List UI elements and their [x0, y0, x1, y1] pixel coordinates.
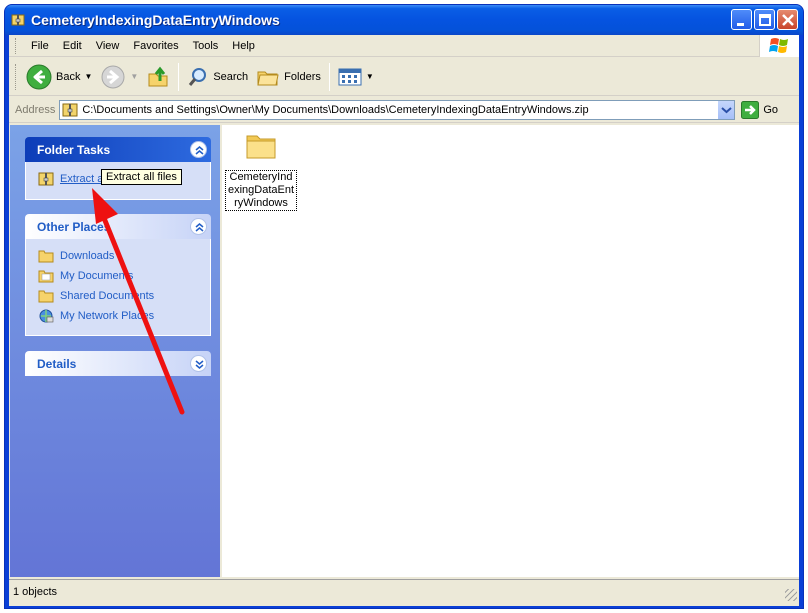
menu-favorites[interactable]: Favorites: [126, 36, 185, 56]
go-arrow-icon: [741, 100, 760, 119]
collapse-button[interactable]: [190, 218, 207, 235]
up-folder-icon: [148, 66, 168, 86]
status-text: 1 objects: [13, 585, 58, 598]
chevron-up-icon: [195, 223, 204, 232]
toolbar-grip: [15, 63, 18, 90]
resize-grip[interactable]: [785, 589, 797, 601]
forward-arrow-icon: [101, 65, 125, 88]
back-button[interactable]: Back ▼: [22, 62, 96, 92]
collapse-button[interactable]: [190, 141, 207, 158]
standard-toolbar: Back ▼ ▼ Search Folders ▼: [9, 58, 799, 96]
expand-button[interactable]: [190, 355, 207, 372]
folder-icon: [246, 135, 276, 159]
toolbar-separator: [328, 62, 330, 91]
file-name: CemeteryIndexingDataEntryWindows: [225, 170, 297, 211]
menu-tools[interactable]: Tools: [186, 36, 226, 56]
window-title: CemeteryIndexingDataEntryWindows: [31, 12, 280, 28]
address-label: Address: [15, 103, 56, 116]
search-label: Search: [213, 70, 249, 83]
details-header[interactable]: Details: [25, 351, 211, 376]
toolbar-separator: [178, 62, 180, 91]
folders-button[interactable]: Folders: [252, 62, 325, 92]
details-title: Details: [37, 356, 77, 371]
folder-icon: [38, 290, 54, 303]
other-places-header[interactable]: Other Places: [25, 214, 211, 239]
search-icon: [189, 67, 207, 86]
zip-folder-icon: [11, 14, 25, 26]
place-label[interactable]: My Documents: [60, 270, 133, 282]
back-label: Back: [56, 70, 81, 83]
place-label[interactable]: Shared Documents: [60, 290, 154, 302]
views-dropdown-icon[interactable]: ▼: [366, 72, 374, 81]
views-icon: [338, 68, 362, 85]
tooltip: Extract all files: [101, 169, 182, 185]
menu-grip: [15, 37, 18, 54]
folder-icon: [38, 250, 54, 263]
menu-file[interactable]: File: [24, 36, 56, 56]
folder-icon: [38, 270, 54, 283]
title-bar[interactable]: CemeteryIndexingDataEntryWindows: [5, 5, 803, 35]
place-label[interactable]: My Network Places: [60, 310, 154, 322]
extract-icon: [38, 172, 54, 186]
minimize-icon: [737, 23, 744, 26]
folders-icon: [257, 71, 279, 85]
folder-tasks-title: Folder Tasks: [37, 142, 111, 157]
folders-label: Folders: [284, 70, 321, 83]
network-icon: [39, 309, 54, 323]
maximize-icon: [759, 14, 771, 26]
file-item[interactable]: CemeteryIndexingDataEntryWindows: [225, 131, 297, 211]
search-button[interactable]: Search: [183, 62, 252, 92]
forward-dropdown-icon[interactable]: ▼: [130, 72, 138, 81]
go-button[interactable]: Go: [741, 100, 779, 119]
back-dropdown-icon[interactable]: ▼: [84, 72, 92, 81]
other-places-panel: Other Places Downloads My Documents Shar…: [25, 214, 211, 336]
status-bar: 1 objects: [9, 579, 799, 603]
address-input[interactable]: C:\Documents and Settings\Owner\My Docum…: [59, 99, 736, 120]
address-dropdown-button[interactable]: [717, 100, 735, 119]
forward-button[interactable]: ▼: [96, 62, 142, 92]
maximize-button[interactable]: [754, 9, 775, 30]
close-icon: [782, 14, 794, 26]
menu-edit[interactable]: Edit: [56, 36, 89, 56]
place-label[interactable]: Downloads: [60, 250, 114, 262]
up-folder-button[interactable]: [142, 62, 174, 92]
folder-tasks-header[interactable]: Folder Tasks: [25, 137, 211, 162]
details-panel: Details: [25, 351, 211, 376]
address-value: C:\Documents and Settings\Owner\My Docum…: [82, 103, 589, 116]
menu-help[interactable]: Help: [225, 36, 262, 56]
views-button[interactable]: ▼: [334, 62, 378, 92]
explorer-window: CemeteryIndexingDataEntryWindows File Ed…: [4, 4, 804, 609]
close-button[interactable]: [777, 9, 798, 30]
client-area: File Edit View Favorites Tools Help Back…: [9, 35, 799, 606]
zip-folder-icon: [62, 103, 78, 116]
other-places-title: Other Places: [37, 219, 111, 234]
place-my-network-places[interactable]: My Network Places: [38, 306, 200, 326]
chevron-down-icon: [195, 360, 204, 369]
menu-view[interactable]: View: [89, 36, 127, 56]
file-list-pane[interactable]: CemeteryIndexingDataEntryWindows: [222, 125, 799, 577]
windows-logo-icon: [759, 35, 799, 57]
place-my-documents[interactable]: My Documents: [38, 266, 200, 286]
chevron-up-icon: [195, 146, 204, 155]
address-bar: Address C:\Documents and Settings\Owner\…: [9, 97, 799, 123]
place-shared-documents[interactable]: Shared Documents: [38, 286, 200, 306]
menu-bar: File Edit View Favorites Tools Help: [9, 35, 799, 57]
back-arrow-icon: [26, 64, 52, 89]
task-pane: Folder Tasks Extract all files Other Pla…: [10, 125, 220, 577]
chevron-down-icon: [721, 106, 733, 113]
other-places-body: Downloads My Documents Shared Documents …: [25, 239, 211, 336]
go-label: Go: [763, 103, 779, 116]
place-downloads[interactable]: Downloads: [38, 246, 200, 266]
minimize-button[interactable]: [731, 9, 752, 30]
